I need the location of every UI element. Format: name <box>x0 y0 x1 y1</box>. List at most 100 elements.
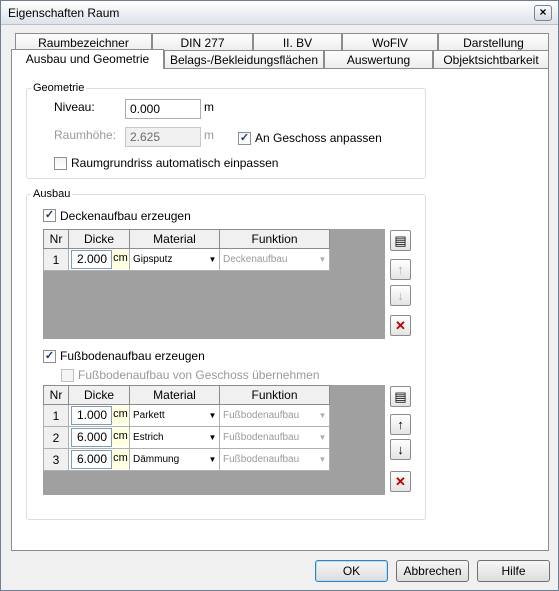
tab-objektsichtbarkeit[interactable]: Objektsichtbarkeit <box>433 50 549 69</box>
fussbodenaufbau-grid: Nr Dicke Material Funktion 1 1.000 cm Par… <box>43 385 385 495</box>
grundriss-checkbox[interactable] <box>54 157 67 170</box>
dicke-cell[interactable]: 1.000 cm <box>68 404 130 427</box>
dropdown-arrow-icon: ▼ <box>318 255 327 264</box>
move-up-icon: ↑ <box>397 417 404 432</box>
raumhoehe-label: Raumhöhe: <box>54 128 117 142</box>
col-material: Material <box>129 385 220 405</box>
table-row[interactable]: 3 6.000 cm Dämmung ▼ Fußbodenaufbau ▼ <box>43 448 330 471</box>
close-button[interactable]: × <box>534 5 552 21</box>
boden-uebernehmen-label: Fußbodenaufbau von Geschoss übernehmen <box>78 368 320 382</box>
delete-icon: ✕ <box>395 318 406 333</box>
checkmark-icon: ✓ <box>44 209 55 221</box>
funktion-value: Deckenaufbau <box>223 254 288 265</box>
deckenaufbau-label: Deckenaufbau erzeugen <box>60 209 191 223</box>
funktion-select: Fußbodenaufbau ▼ <box>219 404 330 427</box>
dropdown-arrow-icon: ▼ <box>318 411 327 420</box>
row-nr: 1 <box>43 248 69 271</box>
dicke-cell[interactable]: 6.000 cm <box>68 448 130 471</box>
close-icon: × <box>539 5 547 19</box>
dialog-window: Eigenschaften Raum × Raumbezeichner DIN … <box>0 0 559 591</box>
material-value: Gipsputz <box>133 254 173 265</box>
help-button[interactable]: Hilfe <box>477 560 550 582</box>
col-funktion: Funktion <box>219 229 330 249</box>
dropdown-arrow-icon: ▼ <box>318 433 327 442</box>
col-nr: Nr <box>43 385 69 405</box>
material-select[interactable]: Gipsputz ▼ <box>129 248 220 271</box>
table-row[interactable]: 2 6.000 cm Estrich ▼ Fußbodenaufbau ▼ <box>43 426 330 449</box>
material-value: Parkett <box>133 410 165 421</box>
ok-button[interactable]: OK <box>315 560 388 582</box>
dropdown-arrow-icon[interactable]: ▼ <box>206 433 219 442</box>
checkmark-icon: ✓ <box>239 132 250 144</box>
funktion-select: Deckenaufbau ▼ <box>219 248 330 271</box>
boden-up-button[interactable]: ↑ <box>390 414 411 435</box>
new-layer-icon: ▤ <box>394 233 407 248</box>
fussbodenaufbau-label: Fußbodenaufbau erzeugen <box>60 349 205 363</box>
an-geschoss-checkbox[interactable]: ✓ <box>238 132 251 145</box>
title-bar: Eigenschaften Raum × <box>1 1 558 25</box>
boden-delete-button[interactable]: ✕ <box>390 471 411 492</box>
tab-panel: Geometrie Niveau: 0.000 m Raumhöhe: 2.62… <box>11 68 549 551</box>
dicke-cell[interactable]: 6.000 cm <box>68 426 130 449</box>
dicke-unit: cm <box>112 450 129 469</box>
material-select[interactable]: Dämmung ▼ <box>129 448 220 471</box>
dropdown-arrow-icon[interactable]: ▼ <box>206 411 219 420</box>
dicke-unit: cm <box>112 406 129 425</box>
tab-belags-bekleidungsflaechen[interactable]: Belags-/Bekleidungsflächen <box>164 50 324 69</box>
grundriss-label: Raumgrundriss automatisch einpassen <box>71 156 279 170</box>
table-row[interactable]: 1 1.000 cm Parkett ▼ Fußbodenaufbau ▼ <box>43 404 330 427</box>
row-nr: 1 <box>43 404 69 427</box>
col-material: Material <box>129 229 220 249</box>
decke-up-button: ↑ <box>390 259 411 280</box>
an-geschoss-label: An Geschoss anpassen <box>255 131 382 145</box>
material-value: Dämmung <box>133 454 180 465</box>
boden-uebernehmen-checkbox <box>61 369 74 382</box>
tab-auswertung[interactable]: Auswertung <box>324 50 433 69</box>
decke-delete-button[interactable]: ✕ <box>390 315 411 336</box>
funktion-value: Fußbodenaufbau <box>223 410 300 421</box>
material-select[interactable]: Estrich ▼ <box>129 426 220 449</box>
deckenaufbau-grid: Nr Dicke Material Funktion 1 2.000 cm Gip… <box>43 229 385 339</box>
dicke-input[interactable]: 6.000 <box>71 450 112 469</box>
cancel-button[interactable]: Abbrechen <box>396 560 469 582</box>
boden-down-button[interactable]: ↓ <box>390 439 411 460</box>
raumhoehe-unit: m <box>204 128 214 142</box>
dicke-unit: cm <box>112 250 129 269</box>
material-value: Estrich <box>133 432 164 443</box>
material-select[interactable]: Parkett ▼ <box>129 404 220 427</box>
niveau-unit: m <box>204 100 214 114</box>
dropdown-arrow-icon[interactable]: ▼ <box>206 455 219 464</box>
dicke-cell[interactable]: 2.000 cm <box>68 248 130 271</box>
dropdown-arrow-icon: ▼ <box>318 455 327 464</box>
funktion-select: Fußbodenaufbau ▼ <box>219 426 330 449</box>
row-nr: 2 <box>43 426 69 449</box>
table-row[interactable]: 1 2.000 cm Gipsputz ▼ Deckenaufbau ▼ <box>43 248 330 271</box>
decke-new-button[interactable]: ▤ <box>390 230 411 251</box>
deckenaufbau-table: Nr Dicke Material Funktion 1 2.000 cm Gip… <box>43 229 330 271</box>
niveau-label: Niveau: <box>54 100 95 114</box>
delete-icon: ✕ <box>395 474 406 489</box>
boden-new-button[interactable]: ▤ <box>390 386 411 407</box>
fussbodenaufbau-checkbox[interactable]: ✓ <box>43 350 56 363</box>
dropdown-arrow-icon[interactable]: ▼ <box>206 255 219 264</box>
deckenaufbau-checkbox[interactable]: ✓ <box>43 209 56 222</box>
funktion-value: Fußbodenaufbau <box>223 454 300 465</box>
move-down-icon: ↓ <box>397 442 404 457</box>
checkmark-icon: ✓ <box>44 350 55 362</box>
new-layer-icon: ▤ <box>394 389 407 404</box>
funktion-value: Fußbodenaufbau <box>223 432 300 443</box>
ausbau-legend: Ausbau <box>31 188 73 200</box>
move-up-icon: ↑ <box>397 262 404 277</box>
dicke-input[interactable]: 6.000 <box>71 428 112 447</box>
dicke-input[interactable]: 2.000 <box>71 250 112 269</box>
tab-ausbau-und-geometrie[interactable]: Ausbau und Geometrie <box>11 49 164 69</box>
raumhoehe-input: 2.625 <box>125 127 201 147</box>
col-dicke: Dicke <box>68 229 130 249</box>
row-nr: 3 <box>43 448 69 471</box>
fussbodenaufbau-table: Nr Dicke Material Funktion 1 1.000 cm Par… <box>43 385 330 471</box>
table-header-row: Nr Dicke Material Funktion <box>43 385 330 405</box>
niveau-input[interactable]: 0.000 <box>125 99 201 119</box>
geometrie-legend: Geometrie <box>31 82 87 94</box>
table-header-row: Nr Dicke Material Funktion <box>43 229 330 249</box>
dicke-input[interactable]: 1.000 <box>71 406 112 425</box>
